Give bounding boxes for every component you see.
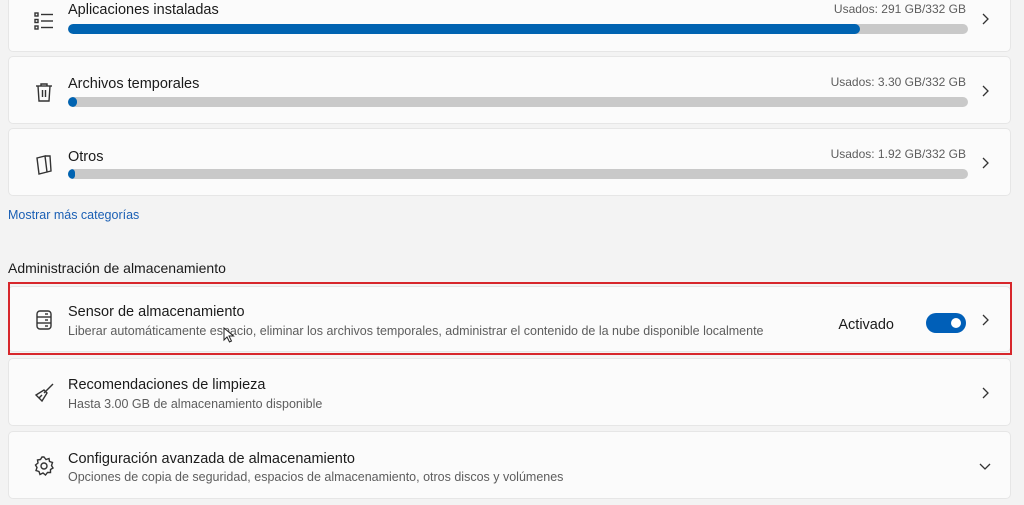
advanced-storage-settings-card[interactable]: Configuración avanzada de almacenamiento… [8, 431, 1011, 499]
usage-bar [68, 24, 968, 34]
storage-sense-toggle[interactable] [926, 313, 966, 333]
category-usage: Usados: 3.30 GB/332 GB [830, 75, 966, 89]
chevron-right-icon[interactable] [978, 386, 992, 400]
documents-icon [33, 153, 55, 175]
category-other[interactable]: Otros Usados: 1.92 GB/332 GB [8, 128, 1011, 196]
storage-sense-title: Sensor de almacenamiento [68, 304, 245, 320]
category-label: Otros [68, 149, 104, 165]
category-usage: Usados: 291 GB/332 GB [833, 2, 966, 16]
usage-bar-fill [68, 97, 77, 107]
chevron-down-icon[interactable] [978, 459, 992, 473]
cleanup-subtitle: Hasta 3.00 GB de almacenamiento disponib… [68, 397, 323, 411]
chevron-right-icon[interactable] [978, 12, 992, 26]
storage-settings-page: Aplicaciones instaladas Usados: 291 GB/3… [0, 0, 1024, 505]
category-label: Aplicaciones instaladas [68, 2, 219, 18]
category-installed-apps[interactable]: Aplicaciones instaladas Usados: 291 GB/3… [8, 0, 1011, 52]
storage-drive-icon [33, 309, 55, 331]
broom-icon [33, 382, 55, 404]
cleanup-recommendations-card[interactable]: Recomendaciones de limpieza Hasta 3.00 G… [8, 358, 1011, 426]
usage-bar [68, 169, 968, 179]
toggle-knob [951, 318, 961, 328]
section-title: Administración de almacenamiento [8, 260, 226, 276]
storage-sense-subtitle: Liberar automáticamente espacio, elimina… [68, 324, 764, 338]
advanced-title: Configuración avanzada de almacenamiento [68, 451, 355, 467]
mouse-cursor-icon [223, 327, 235, 343]
usage-bar-fill [68, 169, 76, 179]
chevron-right-icon[interactable] [978, 156, 992, 170]
chevron-right-icon[interactable] [978, 313, 992, 327]
list-icon [33, 10, 55, 32]
toggle-state-label: Activado [838, 317, 894, 333]
category-usage: Usados: 1.92 GB/332 GB [830, 147, 966, 161]
gear-icon [33, 455, 55, 477]
chevron-right-icon[interactable] [978, 84, 992, 98]
usage-bar-fill [68, 24, 860, 34]
category-label: Archivos temporales [68, 76, 200, 92]
cleanup-title: Recomendaciones de limpieza [68, 377, 266, 393]
show-more-categories-link[interactable]: Mostrar más categorías [8, 208, 139, 222]
category-temporary-files[interactable]: Archivos temporales Usados: 3.30 GB/332 … [8, 56, 1011, 124]
usage-bar [68, 97, 968, 107]
storage-sense-card[interactable]: Sensor de almacenamiento Liberar automát… [8, 286, 1011, 352]
advanced-subtitle: Opciones de copia de seguridad, espacios… [68, 470, 564, 484]
trash-icon [33, 81, 55, 103]
